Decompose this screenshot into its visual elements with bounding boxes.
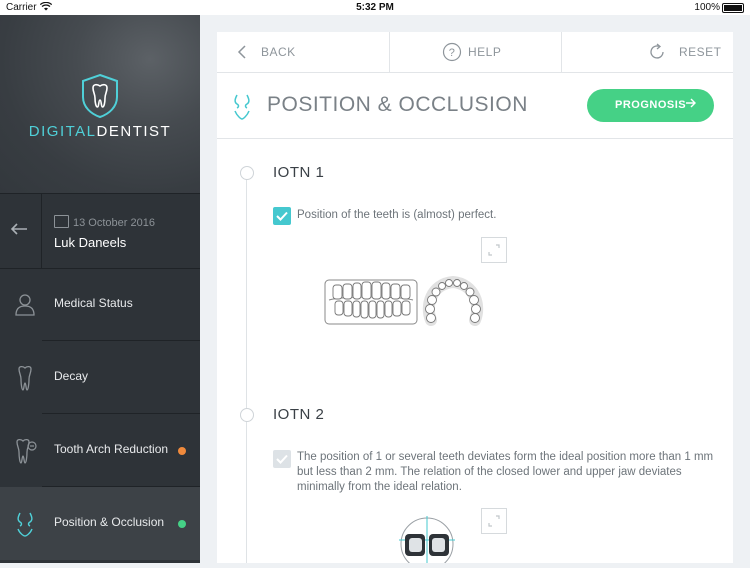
teeth-illustration-perfect — [323, 275, 485, 333]
occlusion-icon — [229, 93, 255, 126]
page-header: POSITION & OCCLUSION PROGNOSIS — [217, 73, 733, 139]
clock: 5:32 PM — [356, 2, 394, 13]
arrow-left-icon — [10, 219, 28, 242]
reset-icon — [648, 43, 666, 64]
battery-percent: 100% — [694, 2, 720, 13]
main-panel: BACK ? HELP RESET POSITION & OCCLUSION P… — [217, 32, 733, 568]
sidebar-item-label: Decay — [54, 369, 89, 383]
back-label: BACK — [261, 45, 296, 59]
iotn1-checkbox[interactable] — [273, 207, 291, 225]
prognosis-button[interactable]: PROGNOSIS — [587, 89, 714, 122]
timeline-node — [240, 408, 254, 422]
section-title-iotn2: IOTN 2 — [273, 406, 325, 423]
battery-icon — [722, 3, 744, 13]
expand-image-button[interactable] — [481, 237, 507, 263]
arrow-right-icon — [685, 96, 697, 112]
status-dot — [178, 520, 186, 528]
expand-image-button[interactable] — [481, 508, 507, 534]
app-logo-text: DIGITALDENTIST — [0, 123, 200, 140]
sidebar-item-medical-status[interactable]: Medical Status — [0, 268, 200, 341]
reset-label: RESET — [679, 45, 722, 59]
calendar-icon — [54, 215, 69, 228]
patient-date: 13 October 2016 — [54, 215, 155, 229]
help-label: HELP — [468, 45, 502, 59]
sidebar-item-tooth-arch-reduction[interactable]: Tooth Arch Reduction — [0, 414, 200, 487]
sidebar-item-label: Position & Occlusion — [54, 515, 165, 529]
tooth-shield-logo-icon — [80, 73, 120, 119]
help-icon: ? — [442, 42, 462, 65]
person-icon — [8, 288, 42, 322]
sidebar: DIGITALDENTIST 13 October 2016 Luk Danee… — [0, 15, 200, 563]
back-button[interactable]: BACK — [217, 32, 390, 72]
tooth-reduction-icon — [8, 434, 42, 468]
sidebar-item-decay[interactable]: Decay — [0, 341, 200, 414]
patient-card: 13 October 2016 Luk Daneels — [0, 193, 200, 269]
tooth-icon — [8, 361, 42, 395]
reset-button[interactable]: RESET — [561, 32, 733, 72]
sidebar-item-position-occlusion[interactable]: Position & Occlusion — [0, 487, 200, 560]
sidebar-back-button[interactable] — [0, 194, 42, 268]
sidebar-header: DIGITALDENTIST — [0, 15, 200, 193]
sidebar-item-label: Tooth Arch Reduction — [54, 442, 169, 456]
iotn2-checkbox[interactable] — [273, 450, 291, 468]
section-title-iotn1: IOTN 1 — [273, 164, 325, 181]
patient-name: Luk Daneels — [54, 235, 127, 250]
svg-text:?: ? — [449, 47, 456, 59]
status-bar: Carrier 5:32 PM 100% — [0, 0, 750, 15]
prognosis-label: PROGNOSIS — [615, 99, 687, 111]
iotn2-option-text: The position of 1 or several teeth devia… — [297, 451, 714, 493]
patient-date-text: 13 October 2016 — [73, 217, 155, 229]
page-title: POSITION & OCCLUSION — [267, 93, 528, 116]
chevron-left-icon — [237, 45, 247, 62]
logo-digital: DIGITAL — [28, 123, 97, 140]
logo-dentist: DENTIST — [96, 123, 172, 140]
timeline-line — [246, 172, 247, 563]
toolbar: BACK ? HELP RESET — [217, 32, 733, 73]
occlusion-icon — [8, 507, 42, 541]
status-dot — [178, 447, 186, 455]
help-button[interactable]: ? HELP — [389, 32, 562, 72]
teeth-illustration-deviation — [399, 516, 455, 568]
iotn1-option-text: Position of the teeth is (almost) perfec… — [297, 209, 497, 221]
sidebar-item-label: Medical Status — [54, 296, 133, 310]
timeline-node — [240, 166, 254, 180]
